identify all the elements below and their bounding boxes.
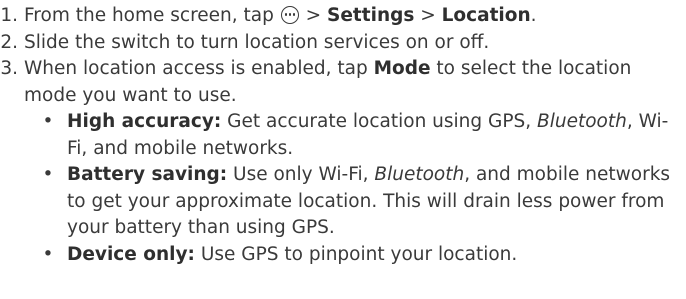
bullet-text-part: Get accurate location using GPS,	[221, 111, 538, 132]
bullet-text: High accuracy: Get accurate location usi…	[67, 109, 686, 162]
instructions: 1. From the home screen, tap > Settings …	[0, 0, 686, 299]
bullet-text: Battery saving: Use only Wi-Fi, Bluetoot…	[67, 162, 686, 242]
bullet-text: Device only: Use GPS to pinpoint your lo…	[67, 242, 686, 269]
step-text-part: When location access is enabled, tap	[24, 58, 374, 79]
mode-name: High accuracy:	[67, 111, 222, 132]
mode-list: • High accuracy: Get accurate location u…	[0, 109, 686, 268]
bullet-icon: •	[42, 164, 54, 185]
step-text-part: From the home screen, tap	[24, 5, 274, 26]
step-3: 3. When location access is enabled, tap …	[0, 56, 686, 109]
bluetooth-term: Bluetooth	[537, 111, 627, 132]
step-number: 1.	[0, 5, 18, 26]
mode-name: Battery saving:	[67, 164, 228, 185]
step-1: 1. From the home screen, tap > Settings …	[0, 3, 686, 30]
location-label: Location	[441, 5, 531, 26]
bullet-icon: •	[42, 111, 54, 132]
step-number: 2.	[0, 31, 18, 53]
settings-label: Settings	[327, 5, 415, 26]
list-item: • High accuracy: Get accurate location u…	[42, 109, 686, 162]
step-2: 2. Slide the switch to turn location ser…	[0, 30, 686, 57]
bullet-text-part: Use GPS to pinpoint your location.	[194, 243, 518, 265]
step-text: When location access is enabled, tap Mod…	[24, 56, 686, 109]
bluetooth-term: Bluetooth	[374, 164, 465, 185]
bullet-icon: •	[42, 243, 54, 265]
bullet-text-part: Use only Wi-Fi,	[227, 164, 375, 185]
step-number: 3.	[0, 58, 18, 79]
mode-label: Mode	[373, 58, 431, 79]
step-text: Slide the switch to turn location servic…	[24, 31, 490, 53]
list-item: • Device only: Use GPS to pinpoint your …	[42, 242, 686, 269]
mode-name: Device only:	[67, 243, 195, 265]
separator: >	[299, 5, 328, 26]
separator: >	[414, 5, 442, 26]
apps-icon	[280, 6, 299, 24]
list-item: • Battery saving: Use only Wi-Fi, Blueto…	[42, 162, 686, 242]
step-text-part: .	[530, 5, 537, 26]
step-text: From the home screen, tap > Settings > L…	[24, 3, 686, 30]
